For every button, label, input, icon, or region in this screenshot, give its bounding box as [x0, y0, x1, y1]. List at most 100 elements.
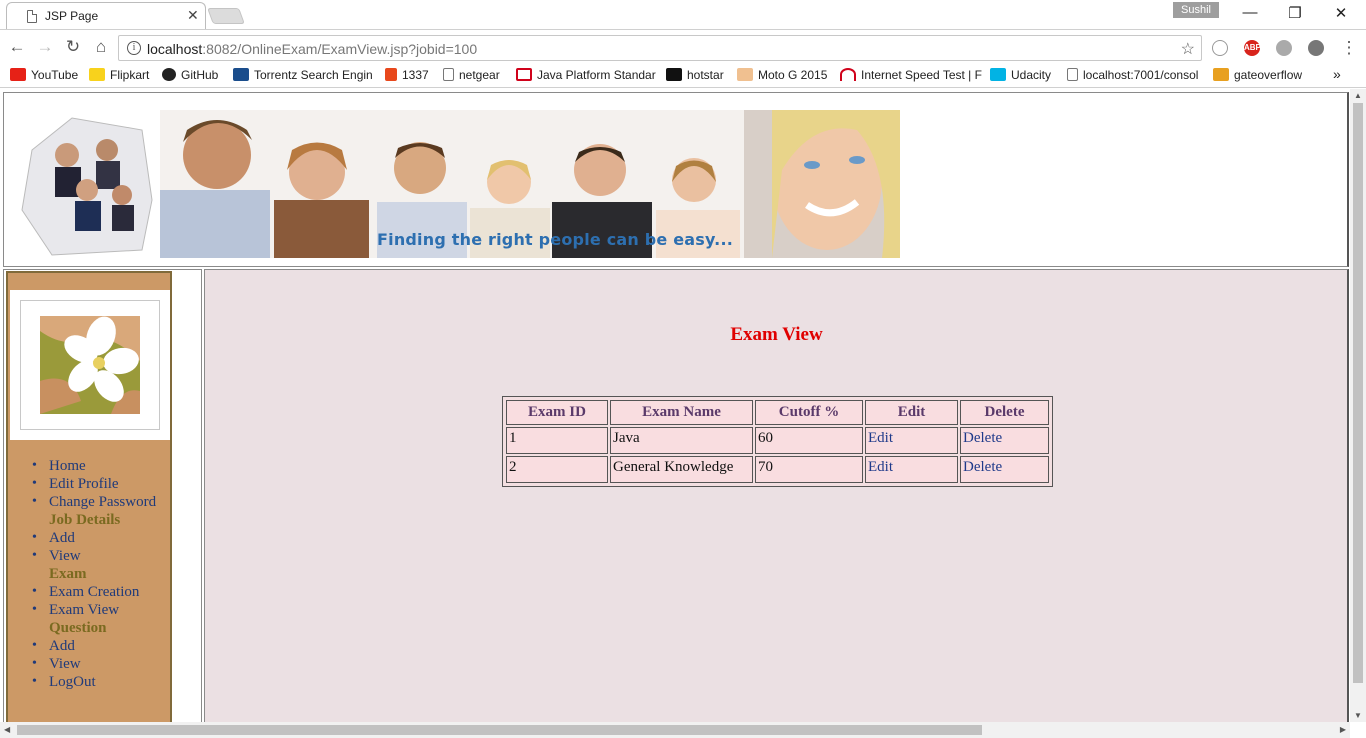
- left-frame: Home Edit Profile Change Password Job De…: [3, 269, 202, 722]
- sidebar-item-question-add[interactable]: Add: [8, 637, 156, 655]
- bookmark-netgear[interactable]: netgear: [443, 68, 500, 82]
- close-window-icon[interactable]: ✕: [1326, 4, 1356, 22]
- page-icon: [1067, 68, 1078, 81]
- scroll-right-icon[interactable]: ▶: [1340, 725, 1346, 734]
- xda-icon: [737, 68, 753, 81]
- sidebar-item-question-view[interactable]: View: [8, 655, 156, 673]
- home-icon[interactable]: ⌂: [90, 37, 112, 57]
- banner-image: Finding the right people can be easy...: [12, 110, 900, 258]
- banner-caption: Finding the right people can be easy...: [377, 230, 733, 249]
- cutoff-cell: 60: [755, 427, 863, 454]
- youtube-icon: [10, 68, 26, 81]
- sidebar-item-exam-view[interactable]: Exam View: [8, 601, 156, 619]
- bookmark-udacity[interactable]: Udacity: [990, 68, 1051, 82]
- bookmark-youtube[interactable]: YouTube: [10, 68, 78, 82]
- scroll-left-icon[interactable]: ◀: [4, 725, 10, 734]
- table-row: 1 Java 60 Edit Delete: [506, 427, 1049, 454]
- sidebar-nav: Home Edit Profile Change Password Job De…: [8, 457, 156, 691]
- tab-close-icon[interactable]: ✕: [187, 7, 199, 24]
- bookmark-torrentz[interactable]: Torrentz Search Engin: [233, 68, 373, 82]
- header-frame: Finding the right people can be easy...: [3, 92, 1349, 267]
- edit-link[interactable]: Edit: [865, 456, 958, 483]
- page-icon: [27, 10, 37, 23]
- sidebar-item-job-view[interactable]: View: [8, 547, 156, 565]
- sidebar-heading-job-details: Job Details: [49, 512, 121, 528]
- exam-table: Exam ID Exam Name Cutoff % Edit Delete 1…: [502, 396, 1053, 487]
- restore-icon[interactable]: ❐: [1280, 4, 1310, 22]
- sidebar: Home Edit Profile Change Password Job De…: [6, 271, 172, 722]
- flower-logo: [20, 300, 160, 430]
- sidebar-heading-question: Question: [49, 620, 107, 636]
- sidebar-item-edit-profile[interactable]: Edit Profile: [8, 475, 156, 493]
- column-header-cutoff: Cutoff %: [755, 400, 863, 425]
- sidebar-item-home[interactable]: Home: [8, 457, 156, 475]
- bookmark-github[interactable]: GitHub: [162, 68, 218, 82]
- sidebar-item-job-add[interactable]: Add: [8, 529, 156, 547]
- url-text: localhost:8082/OnlineExam/ExamView.jsp?j…: [147, 41, 478, 57]
- bookmark-1337[interactable]: 1337: [385, 68, 429, 82]
- github-icon: [162, 68, 176, 81]
- bookmark-moto-g[interactable]: Moto G 2015: [737, 68, 827, 82]
- sidebar-heading-exam: Exam: [49, 566, 87, 582]
- page-viewport: Finding the right people can be easy...: [0, 89, 1350, 722]
- column-header-delete: Delete: [960, 400, 1049, 425]
- oracle-icon: [516, 68, 532, 81]
- bookmark-star-icon[interactable]: ☆: [1181, 39, 1195, 59]
- page-icon: [443, 68, 454, 81]
- scroll-down-icon[interactable]: ▼: [1354, 711, 1362, 720]
- horizontal-scrollbar[interactable]: ◀ ▶: [0, 722, 1350, 738]
- address-bar[interactable]: i localhost:8082/OnlineExam/ExamView.jsp…: [118, 35, 1202, 61]
- vertical-scrollbar[interactable]: ▲ ▼: [1350, 89, 1366, 722]
- bookmark-speed-test[interactable]: Internet Speed Test | F: [840, 68, 982, 82]
- exam-name-cell: Java: [610, 427, 753, 454]
- scroll-up-icon[interactable]: ▲: [1354, 91, 1362, 100]
- cutoff-cell: 70: [755, 456, 863, 483]
- menu-kebab-icon[interactable]: ⋮: [1338, 38, 1360, 58]
- table-row: 2 General Knowledge 70 Edit Delete: [506, 456, 1049, 483]
- torrentz-icon: [233, 68, 249, 81]
- badge-extension-icon[interactable]: [1308, 40, 1324, 56]
- profile-button[interactable]: Sushil: [1173, 2, 1219, 18]
- reload-icon[interactable]: ↻: [62, 37, 84, 57]
- bookmark-gateoverflow[interactable]: gateoverflow: [1213, 68, 1302, 82]
- new-tab-button[interactable]: [207, 8, 245, 24]
- exam-name-cell: General Knowledge: [610, 456, 753, 483]
- column-header-edit: Edit: [865, 400, 958, 425]
- bookmark-hotstar[interactable]: hotstar: [666, 68, 724, 82]
- extension-icon[interactable]: [1276, 40, 1292, 56]
- back-icon[interactable]: ←: [6, 37, 28, 57]
- column-header-exam-name: Exam Name: [610, 400, 753, 425]
- page-title: Exam View: [730, 324, 823, 345]
- adblock-plus-icon[interactable]: ABP: [1244, 40, 1261, 56]
- table-header-row: Exam ID Exam Name Cutoff % Edit Delete: [506, 400, 1049, 425]
- gateoverflow-icon: [1213, 68, 1229, 81]
- udacity-icon: [990, 68, 1006, 81]
- vertical-scroll-thumb[interactable]: [1353, 103, 1363, 683]
- shield-extension-icon[interactable]: [1212, 40, 1228, 56]
- logo-box: [10, 290, 170, 440]
- browser-tab[interactable]: JSP Page ✕: [6, 2, 206, 29]
- hotstar-icon: [666, 68, 682, 81]
- 1337-icon: [385, 68, 397, 81]
- bookmark-java-platform[interactable]: Java Platform Standar: [516, 68, 656, 82]
- edit-link[interactable]: Edit: [865, 427, 958, 454]
- exam-id-cell: 1: [506, 427, 608, 454]
- forward-icon[interactable]: →: [34, 37, 56, 57]
- main-frame: Exam View Exam ID Exam Name Cutoff % Edi…: [204, 269, 1349, 722]
- exam-id-cell: 2: [506, 456, 608, 483]
- sidebar-item-exam-creation[interactable]: Exam Creation: [8, 583, 156, 601]
- bookmark-localhost-7001[interactable]: localhost:7001/consol: [1067, 68, 1198, 82]
- flipkart-icon: [89, 68, 105, 81]
- sidebar-item-logout[interactable]: LogOut: [8, 673, 156, 691]
- delete-link[interactable]: Delete: [960, 456, 1049, 483]
- bookmarks-overflow-button[interactable]: »: [1333, 66, 1341, 82]
- sidebar-item-change-password[interactable]: Change Password: [8, 493, 156, 511]
- bookmarks-bar: YouTube Flipkart GitHub Torrentz Search …: [0, 64, 1366, 88]
- delete-link[interactable]: Delete: [960, 427, 1049, 454]
- minimize-icon[interactable]: —: [1235, 4, 1265, 21]
- tab-title: JSP Page: [45, 9, 99, 23]
- horizontal-scroll-thumb[interactable]: [17, 725, 982, 735]
- browser-toolbar: ← → ↻ ⌂ i localhost:8082/OnlineExam/Exam…: [0, 29, 1366, 64]
- bookmark-flipkart[interactable]: Flipkart: [89, 68, 149, 82]
- info-icon[interactable]: i: [127, 41, 141, 55]
